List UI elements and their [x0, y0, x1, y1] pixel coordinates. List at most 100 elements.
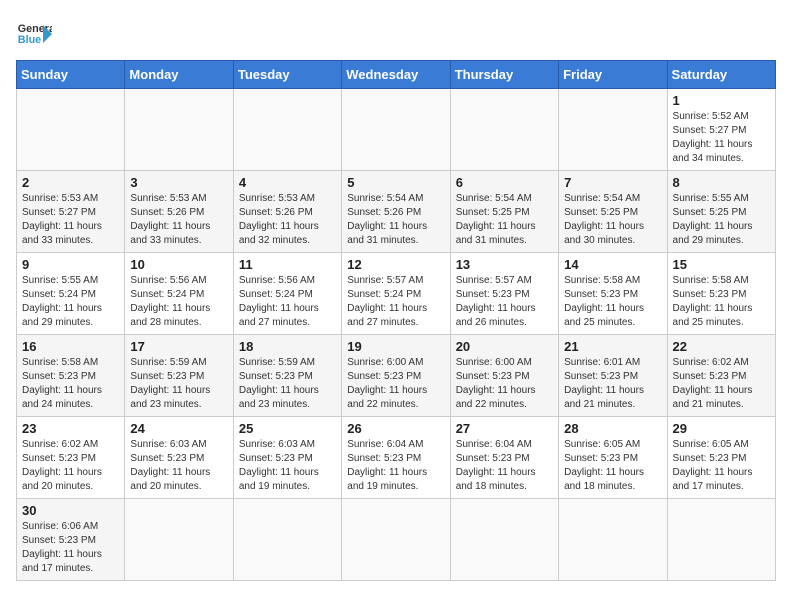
weekday-header-saturday: Saturday — [667, 61, 775, 89]
day-number: 28 — [564, 421, 661, 436]
day-number: 14 — [564, 257, 661, 272]
day-info: Sunrise: 6:00 AMSunset: 5:23 PMDaylight:… — [456, 356, 553, 412]
day-info: Sunrise: 6:02 AMSunset: 5:23 PMDaylight:… — [22, 438, 119, 494]
calendar-cell: 25 Sunrise: 6:03 AMSunset: 5:23 PMDayligh… — [233, 417, 341, 499]
calendar-cell — [450, 89, 558, 171]
calendar: SundayMondayTuesdayWednesdayThursdayFrid… — [16, 60, 776, 581]
calendar-cell — [559, 89, 667, 171]
header: General Blue — [16, 16, 776, 52]
calendar-cell — [233, 499, 341, 581]
day-number: 29 — [673, 421, 770, 436]
day-info: Sunrise: 6:05 AMSunset: 5:23 PMDaylight:… — [673, 438, 770, 494]
day-number: 4 — [239, 175, 336, 190]
calendar-cell: 12 Sunrise: 5:57 AMSunset: 5:24 PMDayligh… — [342, 253, 450, 335]
calendar-cell: 6Sunrise: 5:54 AMSunset: 5:25 PMDaylight… — [450, 171, 558, 253]
weekday-header-sunday: Sunday — [17, 61, 125, 89]
day-number: 21 — [564, 339, 661, 354]
calendar-cell: 4 Sunrise: 5:53 AMSunset: 5:26 PMDaylight… — [233, 171, 341, 253]
svg-text:Blue: Blue — [18, 34, 41, 46]
day-info: Sunrise: 6:02 AMSunset: 5:23 PMDaylight:… — [673, 356, 770, 412]
day-info: Sunrise: 6:03 AMSunset: 5:23 PMDaylight:… — [239, 438, 336, 494]
calendar-cell: 27 Sunrise: 6:04 AMSunset: 5:23 PMDayligh… — [450, 417, 558, 499]
calendar-cell: 10 Sunrise: 5:56 AMSunset: 5:24 PMDayligh… — [125, 253, 233, 335]
calendar-cell: 15 Sunrise: 5:58 AMSunset: 5:23 PMDayligh… — [667, 253, 775, 335]
day-info: Sunrise: 6:06 AMSunset: 5:23 PMDaylight:… — [22, 520, 119, 576]
day-info: Sunrise: 6:01 AMSunset: 5:23 PMDaylight:… — [564, 356, 661, 412]
day-number: 12 — [347, 257, 444, 272]
day-info: Sunrise: 6:04 AMSunset: 5:23 PMDaylight:… — [347, 438, 444, 494]
calendar-cell: 5 Sunrise: 5:54 AMSunset: 5:26 PMDaylight… — [342, 171, 450, 253]
day-number: 7 — [564, 175, 661, 190]
calendar-cell: 19Sunrise: 6:00 AMSunset: 5:23 PMDayligh… — [342, 335, 450, 417]
logo: General Blue — [16, 16, 52, 52]
calendar-header: SundayMondayTuesdayWednesdayThursdayFrid… — [17, 61, 776, 89]
day-number: 18 — [239, 339, 336, 354]
day-info: Sunrise: 5:57 AMSunset: 5:24 PMDaylight:… — [347, 274, 444, 330]
day-info: Sunrise: 5:55 AMSunset: 5:24 PMDaylight:… — [22, 274, 119, 330]
calendar-cell — [667, 499, 775, 581]
calendar-cell: 11 Sunrise: 5:56 AMSunset: 5:24 PMDayligh… — [233, 253, 341, 335]
day-info: Sunrise: 5:54 AMSunset: 5:25 PMDaylight:… — [456, 192, 553, 248]
day-number: 9 — [22, 257, 119, 272]
calendar-cell — [342, 499, 450, 581]
calendar-body: 1 Sunrise: 5:52 AMSunset: 5:27 PMDaylight… — [17, 89, 776, 581]
calendar-cell: 1 Sunrise: 5:52 AMSunset: 5:27 PMDaylight… — [667, 89, 775, 171]
calendar-cell: 16 Sunrise: 5:58 AMSunset: 5:23 PMDayligh… — [17, 335, 125, 417]
day-info: Sunrise: 5:54 AMSunset: 5:25 PMDaylight:… — [564, 192, 661, 248]
weekday-header-thursday: Thursday — [450, 61, 558, 89]
day-info: Sunrise: 6:05 AMSunset: 5:23 PMDaylight:… — [564, 438, 661, 494]
calendar-cell: 26 Sunrise: 6:04 AMSunset: 5:23 PMDayligh… — [342, 417, 450, 499]
day-number: 23 — [22, 421, 119, 436]
day-number: 26 — [347, 421, 444, 436]
calendar-cell: 23 Sunrise: 6:02 AMSunset: 5:23 PMDayligh… — [17, 417, 125, 499]
day-info: Sunrise: 5:53 AMSunset: 5:26 PMDaylight:… — [239, 192, 336, 248]
day-number: 24 — [130, 421, 227, 436]
calendar-cell: 7 Sunrise: 5:54 AMSunset: 5:25 PMDaylight… — [559, 171, 667, 253]
calendar-cell: 29 Sunrise: 6:05 AMSunset: 5:23 PMDayligh… — [667, 417, 775, 499]
weekday-header-monday: Monday — [125, 61, 233, 89]
day-info: Sunrise: 5:54 AMSunset: 5:26 PMDaylight:… — [347, 192, 444, 248]
day-info: Sunrise: 5:58 AMSunset: 5:23 PMDaylight:… — [22, 356, 119, 412]
day-number: 1 — [673, 93, 770, 108]
calendar-cell: 28 Sunrise: 6:05 AMSunset: 5:23 PMDayligh… — [559, 417, 667, 499]
calendar-cell: 17Sunrise: 5:59 AMSunset: 5:23 PMDayligh… — [125, 335, 233, 417]
day-number: 15 — [673, 257, 770, 272]
day-info: Sunrise: 5:59 AMSunset: 5:23 PMDaylight:… — [130, 356, 227, 412]
calendar-cell: 2Sunrise: 5:53 AMSunset: 5:27 PMDaylight… — [17, 171, 125, 253]
day-number: 8 — [673, 175, 770, 190]
day-info: Sunrise: 5:59 AMSunset: 5:23 PMDaylight:… — [239, 356, 336, 412]
calendar-cell — [125, 499, 233, 581]
day-info: Sunrise: 5:52 AMSunset: 5:27 PMDaylight:… — [673, 110, 770, 166]
day-number: 25 — [239, 421, 336, 436]
calendar-cell — [342, 89, 450, 171]
calendar-cell — [233, 89, 341, 171]
calendar-cell: 3Sunrise: 5:53 AMSunset: 5:26 PMDaylight… — [125, 171, 233, 253]
day-number: 11 — [239, 257, 336, 272]
calendar-cell: 13Sunrise: 5:57 AMSunset: 5:23 PMDayligh… — [450, 253, 558, 335]
weekday-header-wednesday: Wednesday — [342, 61, 450, 89]
calendar-cell — [559, 499, 667, 581]
day-info: Sunrise: 5:58 AMSunset: 5:23 PMDaylight:… — [673, 274, 770, 330]
day-number: 3 — [130, 175, 227, 190]
day-info: Sunrise: 5:56 AMSunset: 5:24 PMDaylight:… — [130, 274, 227, 330]
day-number: 10 — [130, 257, 227, 272]
weekday-header-friday: Friday — [559, 61, 667, 89]
calendar-cell: 18 Sunrise: 5:59 AMSunset: 5:23 PMDayligh… — [233, 335, 341, 417]
day-info: Sunrise: 5:55 AMSunset: 5:25 PMDaylight:… — [673, 192, 770, 248]
calendar-cell — [125, 89, 233, 171]
calendar-cell — [17, 89, 125, 171]
calendar-cell — [450, 499, 558, 581]
weekday-header-tuesday: Tuesday — [233, 61, 341, 89]
day-number: 22 — [673, 339, 770, 354]
day-number: 5 — [347, 175, 444, 190]
day-info: Sunrise: 6:04 AMSunset: 5:23 PMDaylight:… — [456, 438, 553, 494]
calendar-cell: 8 Sunrise: 5:55 AMSunset: 5:25 PMDaylight… — [667, 171, 775, 253]
day-number: 19 — [347, 339, 444, 354]
calendar-cell: 30Sunrise: 6:06 AMSunset: 5:23 PMDayligh… — [17, 499, 125, 581]
day-number: 27 — [456, 421, 553, 436]
day-info: Sunrise: 5:58 AMSunset: 5:23 PMDaylight:… — [564, 274, 661, 330]
day-info: Sunrise: 5:56 AMSunset: 5:24 PMDaylight:… — [239, 274, 336, 330]
day-number: 2 — [22, 175, 119, 190]
day-number: 16 — [22, 339, 119, 354]
calendar-cell: 21 Sunrise: 6:01 AMSunset: 5:23 PMDayligh… — [559, 335, 667, 417]
